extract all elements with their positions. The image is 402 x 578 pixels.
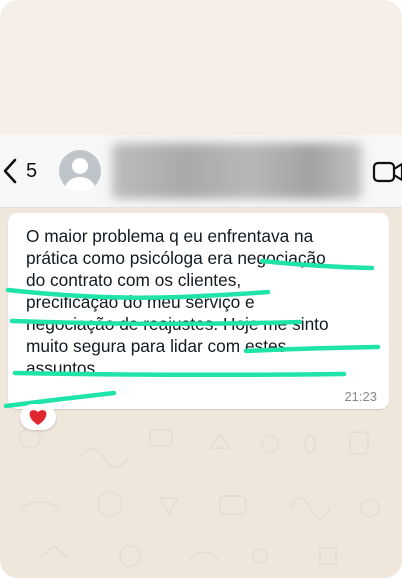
contact-name-blurred[interactable] [112, 143, 362, 199]
message-timestamp: 21:23 [344, 389, 377, 404]
default-person-avatar-icon [65, 158, 95, 192]
red-heart-icon [29, 410, 47, 425]
screenshot-card: 5 O maior problema q eu enfrentava na pr… [0, 0, 402, 578]
chevron-left-icon [3, 158, 17, 184]
video-camera-icon [372, 161, 402, 183]
avatar[interactable] [59, 150, 101, 192]
message-bubble[interactable]: O maior problema q eu enfrentava na prát… [8, 213, 389, 409]
chat-area: O maior problema q eu enfrentava na prát… [0, 208, 402, 578]
reaction-badge[interactable] [20, 404, 56, 430]
message-text: O maior problema q eu enfrentava na prát… [26, 226, 329, 378]
video-call-button[interactable] [372, 159, 402, 185]
back-button[interactable]: 5 [2, 153, 37, 189]
chat-header: 5 [0, 135, 402, 208]
unread-count: 5 [26, 159, 38, 182]
